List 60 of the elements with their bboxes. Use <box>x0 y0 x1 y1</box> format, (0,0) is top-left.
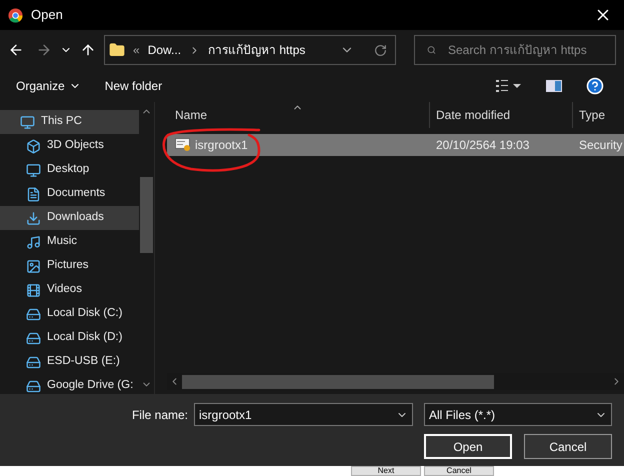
sidebar-item[interactable]: Documents <box>0 182 139 206</box>
file-type-dropdown[interactable]: All Files (*.*) <box>424 403 612 426</box>
background-window-button[interactable]: Next <box>351 466 421 476</box>
download-icon <box>26 210 41 226</box>
open-button[interactable]: Open <box>424 434 512 459</box>
help-icon[interactable] <box>586 77 604 95</box>
file-name-label: File name: <box>132 406 188 424</box>
cancel-button[interactable]: Cancel <box>524 434 612 459</box>
browser-logo-icon <box>8 8 23 22</box>
breadcrumb[interactable]: Dow... <box>148 41 182 59</box>
address-bar[interactable]: « Dow... การแก้ปัญหา https <box>104 35 396 65</box>
file-name-input[interactable]: isrgrootx1 <box>199 406 396 424</box>
column-header[interactable]: Date modified <box>430 102 573 128</box>
film-icon <box>26 282 41 298</box>
horizontal-scrollbar-thumb[interactable] <box>182 374 494 388</box>
sidebar-item[interactable]: Pictures <box>0 254 139 278</box>
sidebar-item[interactable]: Google Drive (G: <box>0 374 139 394</box>
sidebar-item[interactable]: Local Disk (C:) <box>0 302 139 326</box>
sidebar-item[interactable]: ESD-USB (E:) <box>0 350 139 374</box>
document-icon <box>26 186 41 202</box>
column-header[interactable]: Type <box>573 102 606 128</box>
file-date: 20/10/2564 19:03 <box>435 137 530 154</box>
drive-icon <box>26 354 41 370</box>
up-icon[interactable] <box>80 42 96 58</box>
picture-icon <box>26 258 41 274</box>
sidebar-item[interactable]: 3D Objects <box>0 134 139 158</box>
scrollbar-thumb[interactable] <box>140 177 153 253</box>
drive-icon <box>26 306 41 322</box>
back-icon[interactable] <box>8 42 24 58</box>
search-input[interactable]: Search การแก้ปัญหา https <box>448 41 603 59</box>
music-icon <box>26 234 41 250</box>
monitor-icon <box>20 114 35 130</box>
folder-icon <box>109 42 125 58</box>
refresh-icon[interactable] <box>374 44 387 56</box>
file-name-combobox[interactable]: isrgrootx1 <box>194 403 413 426</box>
drive-icon <box>26 330 41 346</box>
view-options-icon[interactable] <box>496 80 522 92</box>
sidebar-item[interactable]: Downloads <box>0 206 139 230</box>
certificate-icon <box>175 138 191 152</box>
drive-icon <box>26 378 41 394</box>
column-header[interactable]: Name <box>167 102 430 128</box>
preview-pane-icon[interactable] <box>546 80 562 92</box>
organize-button[interactable]: Organize <box>16 77 81 95</box>
file-row[interactable]: isrgrootx1 20/10/2564 19:03 Security <box>167 134 624 156</box>
window-title: Open <box>31 6 64 24</box>
search-field[interactable]: Search การแก้ปัญหา https <box>414 35 616 65</box>
forward-icon[interactable] <box>36 42 52 58</box>
breadcrumb[interactable]: การแก้ปัญหา https <box>208 41 306 59</box>
sidebar-item[interactable]: This PC <box>0 110 139 134</box>
breadcrumb-overflow: « <box>133 42 140 59</box>
new-folder-button[interactable]: New folder <box>104 77 162 95</box>
sidebar-item[interactable]: Music <box>0 230 139 254</box>
monitor-icon <box>26 162 41 178</box>
file-name: isrgrootx1 <box>195 137 248 154</box>
cube-icon <box>26 138 41 154</box>
file-type: Security <box>578 137 622 154</box>
background-window-button[interactable]: Cancel <box>424 466 494 476</box>
sidebar-item[interactable]: Desktop <box>0 158 139 182</box>
sidebar-item[interactable]: Local Disk (D:) <box>0 326 139 350</box>
sidebar-item[interactable]: Videos <box>0 278 139 302</box>
